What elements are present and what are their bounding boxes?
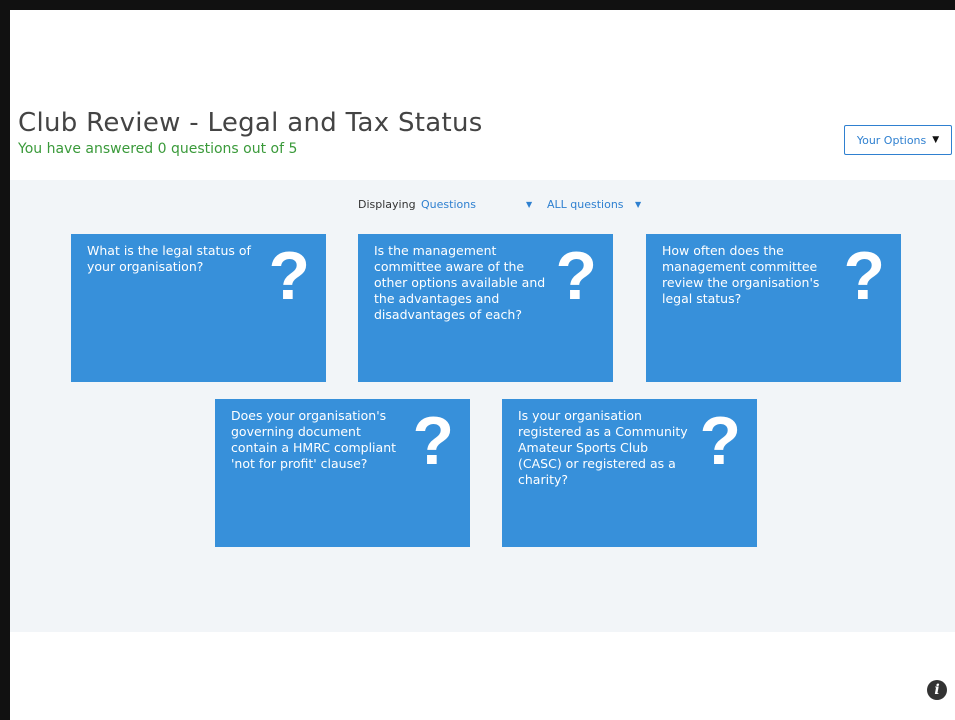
question-card[interactable]: How often does the management committee …: [646, 234, 901, 382]
progress-text: You have answered 0 questions out of 5: [18, 141, 298, 157]
questions-panel: Displaying Questions ▼ ALL questions ▼ W…: [10, 180, 955, 632]
question-mark-icon: ?: [555, 238, 597, 314]
display-type-value: Questions: [421, 198, 476, 211]
question-text: What is the legal status of your organis…: [87, 243, 251, 274]
top-border: [0, 0, 955, 10]
question-card[interactable]: Is your organisation registered as a Com…: [502, 399, 757, 547]
question-mark-icon: ?: [699, 403, 741, 479]
caret-down-icon: ▼: [932, 135, 940, 145]
question-card[interactable]: What is the legal status of your organis…: [71, 234, 326, 382]
question-mark-icon: ?: [843, 238, 885, 314]
question-text: Does your organisation's governing docum…: [231, 408, 397, 471]
displaying-label: Displaying: [358, 198, 416, 211]
question-mark-icon: ?: [268, 238, 310, 314]
left-border: [0, 0, 10, 720]
question-scope-select[interactable]: ALL questions ▼: [547, 198, 647, 211]
your-options-label: Your Options: [856, 133, 927, 147]
display-type-select[interactable]: Questions ▼: [421, 198, 541, 211]
your-options-button[interactable]: Your Options ▼: [844, 125, 952, 155]
question-card[interactable]: Is the management committee aware of the…: [358, 234, 613, 382]
question-text: How often does the management committee …: [662, 243, 820, 306]
question-card[interactable]: Does your organisation's governing docum…: [215, 399, 470, 547]
dropdown-arrow-icon: ▼: [526, 200, 533, 209]
page-title: Club Review - Legal and Tax Status: [18, 108, 483, 138]
question-scope-value: ALL questions: [547, 198, 624, 211]
question-text: Is the management committee aware of the…: [374, 243, 546, 322]
question-text: Is your organisation registered as a Com…: [518, 408, 688, 487]
info-icon[interactable]: i: [927, 680, 947, 700]
dropdown-arrow-icon: ▼: [635, 200, 642, 209]
question-mark-icon: ?: [412, 403, 454, 479]
